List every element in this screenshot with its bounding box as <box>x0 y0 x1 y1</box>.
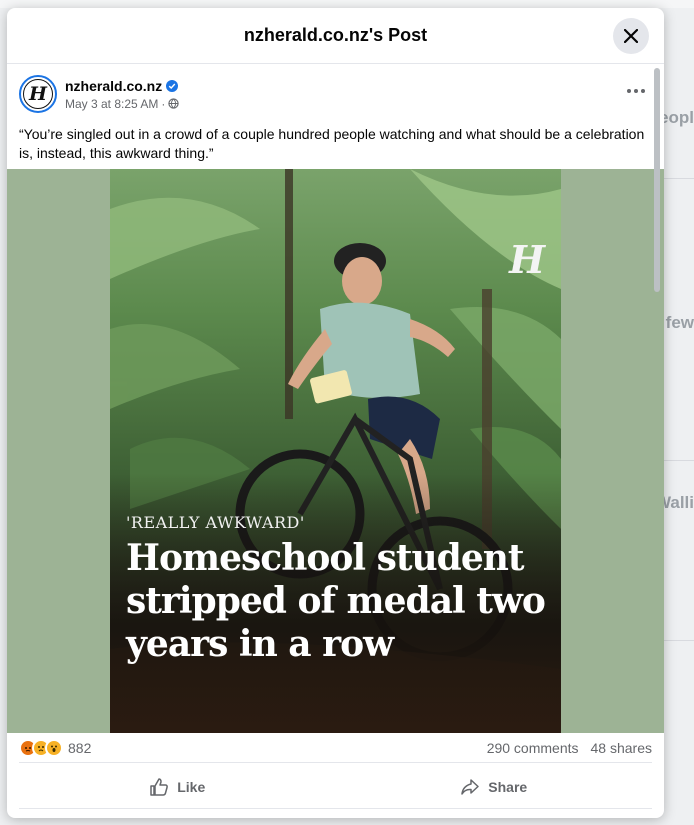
post-stats: 882 290 comments 48 shares <box>19 733 652 763</box>
verified-badge-icon <box>166 79 179 92</box>
wow-reaction-icon <box>45 738 63 757</box>
divider <box>664 178 694 179</box>
more-options-button[interactable] <box>624 83 648 99</box>
reaction-count: 882 <box>68 739 92 756</box>
post-image[interactable]: H 'REALLY AWKWARD' Homeschool student st… <box>110 169 561 733</box>
post-dialog: nzherald.co.nz's Post H nzherald.co.nz M… <box>7 8 664 818</box>
post-header: H nzherald.co.nz May 3 at 8:25 AM · <box>7 65 664 113</box>
avatar[interactable]: H <box>19 75 57 113</box>
author-row: nzherald.co.nz <box>65 78 179 94</box>
divider <box>664 640 694 641</box>
post-timestamp[interactable]: May 3 at 8:25 AM <box>65 97 158 111</box>
image-headline: Homeschool student stripped of medal two… <box>126 537 546 665</box>
divider <box>664 460 694 461</box>
reactions-summary[interactable]: 882 <box>19 738 92 757</box>
close-button[interactable] <box>613 18 649 54</box>
more-icon-dot <box>641 89 645 93</box>
nzherald-watermark-icon: H <box>509 237 545 282</box>
share-label: Share <box>488 778 528 795</box>
nzherald-logo-icon: H <box>23 79 53 109</box>
like-button[interactable]: Like <box>19 769 336 805</box>
share-arrow-icon <box>461 778 480 795</box>
background-toolbar <box>0 0 694 8</box>
background-text: few <box>665 313 694 332</box>
more-icon-dot <box>634 89 638 93</box>
background-text: eopl <box>659 108 694 127</box>
comments-count[interactable]: 290 comments <box>487 740 579 756</box>
post-media[interactable]: H 'REALLY AWKWARD' Homeschool student st… <box>7 169 664 733</box>
dialog-header: nzherald.co.nz's Post <box>7 8 664 64</box>
post-meta: May 3 at 8:25 AM · <box>65 96 180 111</box>
scrollbar[interactable] <box>654 68 660 292</box>
like-label: Like <box>177 778 206 795</box>
close-icon <box>624 29 638 43</box>
author-block: nzherald.co.nz May 3 at 8:25 AM · <box>65 78 180 111</box>
dialog-title: nzherald.co.nz's Post <box>243 25 428 45</box>
post-actions: Like Share <box>19 765 652 809</box>
image-kicker: 'REALLY AWKWARD' <box>126 513 305 532</box>
author-name[interactable]: nzherald.co.nz <box>65 78 162 94</box>
separator: · <box>161 96 166 111</box>
more-icon <box>627 89 631 93</box>
engagement-counts: 290 comments 48 shares <box>487 740 652 756</box>
shares-count[interactable]: 48 shares <box>591 740 652 756</box>
thumbs-up-icon <box>150 777 169 796</box>
share-button[interactable]: Share <box>336 769 653 805</box>
post-content[interactable]: H nzherald.co.nz May 3 at 8:25 AM · “You… <box>7 65 664 818</box>
globe-icon[interactable] <box>168 98 180 109</box>
